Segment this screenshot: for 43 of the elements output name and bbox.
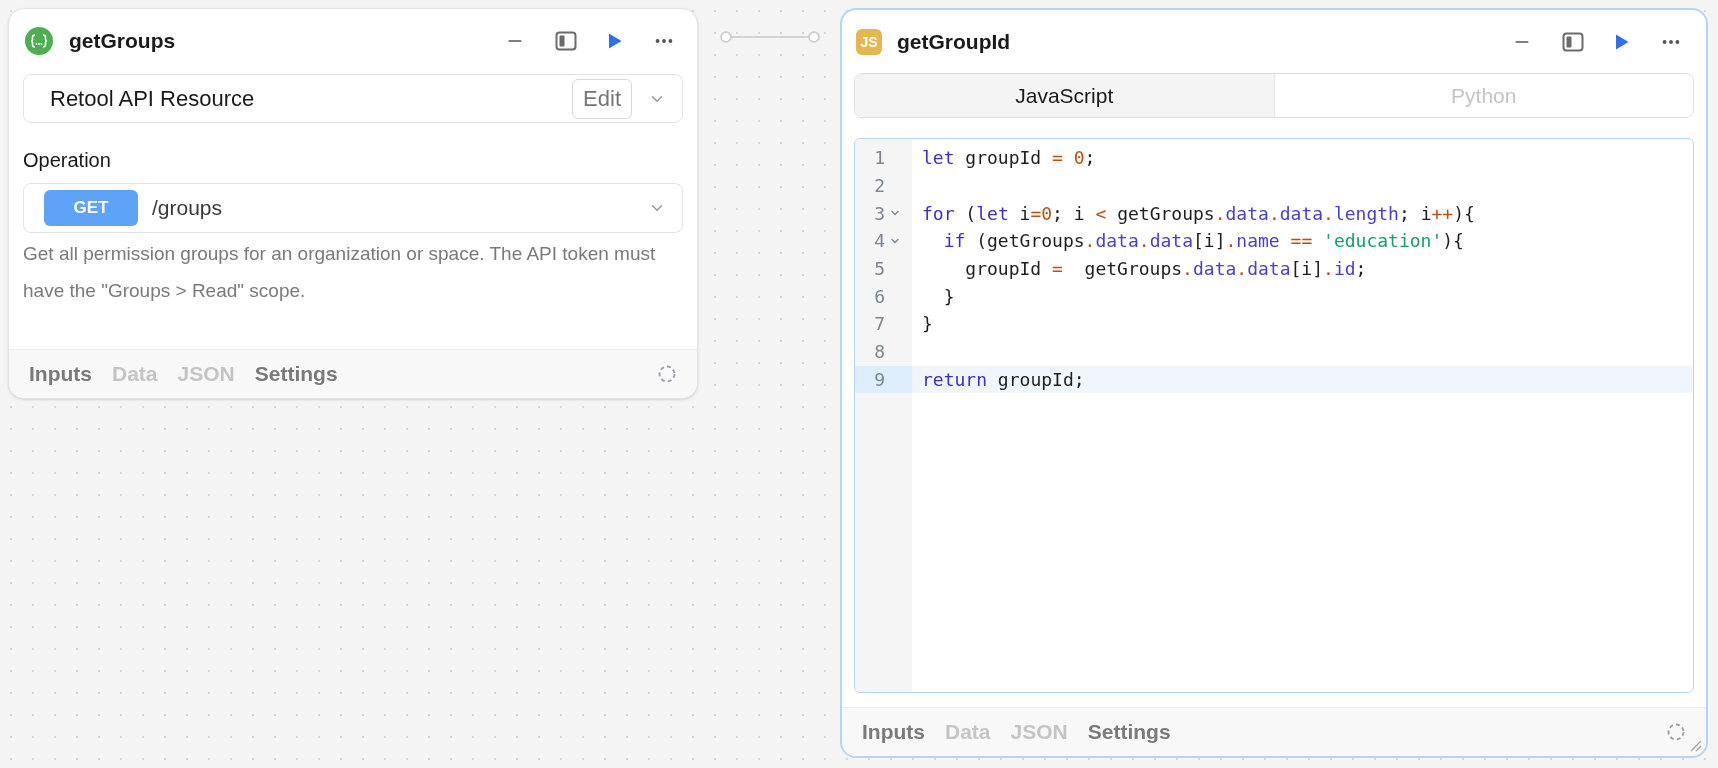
panel-icon[interactable] xyxy=(555,31,577,51)
operation-path: /groups xyxy=(152,195,223,222)
fold-icon[interactable] xyxy=(890,236,900,245)
line-number: 5 xyxy=(873,257,885,282)
footer-tab[interactable]: Settings xyxy=(254,358,338,390)
footer-tab[interactable]: Inputs xyxy=(862,716,925,748)
code-line: groupId = getGroups.data.data[i].id; xyxy=(964,257,1367,282)
api-icon xyxy=(25,27,53,55)
language-tab[interactable]: JavaScript xyxy=(855,74,1274,117)
line-number: 7 xyxy=(873,312,885,337)
loading-icon xyxy=(657,364,677,384)
line-number: 8 xyxy=(873,340,885,365)
line-number: 2 xyxy=(873,174,885,199)
line-number: 1 xyxy=(873,146,885,171)
code-line: } xyxy=(942,284,955,309)
operation-select[interactable]: GET /groups xyxy=(23,183,683,233)
line-number: 6 xyxy=(873,284,885,309)
code-line: if (getGroups.data.data[i].name == 'education'){ xyxy=(942,229,1464,254)
resource-value: Retool API Resource xyxy=(50,85,255,113)
loading-icon xyxy=(1666,722,1686,742)
block-title: getGroups xyxy=(69,28,176,55)
run-icon[interactable] xyxy=(607,32,623,50)
code-line: } xyxy=(922,312,933,337)
run-icon[interactable] xyxy=(1614,33,1630,51)
code-line: let groupId = 0; xyxy=(922,146,1096,171)
code-editor[interactable]: 1 2 3 4 5 6 7 8 9 let groupId = 0; for (let i=0; i < getGroups.data.data.length; i++){ if (getGroups.data.data[i].name == 'education'){ groupId = getGroups.data.data[i].id; } } return groupId; xyxy=(854,138,1694,693)
fold-icon[interactable] xyxy=(890,209,900,218)
footer-tab[interactable]: Inputs xyxy=(29,358,92,390)
js-badge: JS xyxy=(856,29,882,55)
code-line: for (let i=0; i < getGroups.data.data.length; i++){ xyxy=(922,201,1475,226)
resource-select[interactable]: Retool API Resource Edit xyxy=(23,74,683,123)
line-number: 3 xyxy=(873,201,885,226)
edit-button[interactable]: Edit xyxy=(572,78,632,119)
operation-description: Get all permission groups for an organization or space. The API token must have the "Groups > Read" scope. xyxy=(23,242,657,303)
line-number: 9 xyxy=(873,367,885,392)
resize-handle-icon[interactable] xyxy=(1688,738,1702,752)
footer-tab[interactable]: Settings xyxy=(1087,716,1171,748)
code-line: return groupId; xyxy=(922,367,1085,392)
method-badge: GET xyxy=(44,190,138,226)
field-label: Operation xyxy=(23,148,112,173)
block-title: getGroupId xyxy=(897,29,1011,56)
panel-icon[interactable] xyxy=(1562,32,1584,52)
line-number: 4 xyxy=(873,229,885,254)
